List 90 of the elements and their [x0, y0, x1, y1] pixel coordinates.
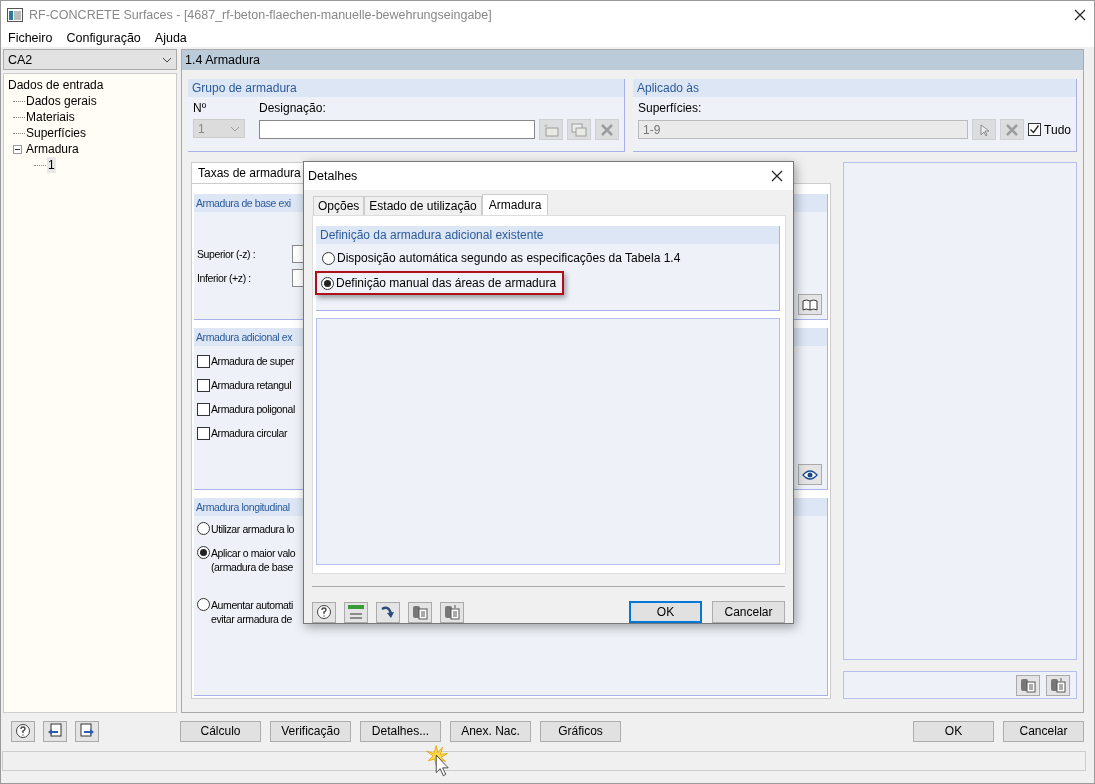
document-icon — [1050, 677, 1066, 694]
panel-header: 1.4 Armadura — [182, 50, 1083, 70]
surfaces-field[interactable]: 1-9 — [638, 120, 969, 139]
footer-button[interactable]: Gráficos — [540, 720, 621, 742]
library-button[interactable] — [798, 294, 822, 315]
checkbox[interactable] — [197, 426, 210, 440]
field-label: Nº — [193, 101, 208, 115]
app-icon — [7, 7, 23, 22]
field-label: Superfícies: — [638, 101, 703, 115]
tree-item[interactable]: 1 — [47, 157, 56, 173]
import-button[interactable] — [1046, 674, 1070, 696]
close-icon[interactable] — [771, 170, 783, 182]
radio-button[interactable] — [197, 522, 210, 535]
checkbox-label: Armadura de super — [211, 355, 295, 367]
help-icon — [15, 723, 31, 739]
pointer-icon — [977, 122, 992, 137]
group-title: Aplicado às — [633, 79, 1076, 97]
checkbox-label: Armadura circular — [211, 427, 288, 439]
previous-button[interactable] — [43, 720, 67, 742]
eye-icon — [802, 468, 818, 481]
radio-label: Disposição automática segundo as especificações da Tabela 1.4 — [337, 251, 681, 265]
case-dropdown[interactable]: CA2 — [3, 49, 177, 70]
checkbox[interactable] — [197, 354, 210, 368]
radio-label: Aplicar o maior valo — [211, 546, 296, 560]
new-folder-icon — [543, 122, 559, 137]
export-button[interactable] — [1016, 674, 1040, 696]
document-icon — [1020, 677, 1036, 694]
checkbox-label: Tudo — [1044, 122, 1071, 137]
chevron-icon — [230, 125, 240, 132]
menu-item[interactable]: Ficheiro — [8, 30, 53, 45]
radio-button[interactable] — [321, 276, 334, 290]
radio-label: (armadura de base — [211, 560, 294, 574]
close-icon[interactable] — [1074, 8, 1086, 21]
import-button[interactable] — [440, 601, 464, 623]
windows-icon — [571, 122, 587, 137]
footer-button[interactable]: Cálculo — [180, 720, 261, 742]
field-label: Inferior (+z) : — [197, 272, 252, 284]
radio-button[interactable] — [197, 598, 210, 611]
tab[interactable]: Armadura — [481, 194, 549, 215]
document-icon — [444, 604, 460, 620]
decimals-button[interactable] — [344, 601, 368, 623]
document-icon — [412, 604, 428, 620]
checkbox-label: Armadura poligonal — [211, 403, 295, 415]
curved-arrow-icon — [380, 604, 396, 620]
chevron-icon — [162, 56, 172, 63]
radio-label: Aumentar automati — [211, 598, 293, 612]
radio-button[interactable] — [322, 251, 335, 265]
designation-field[interactable] — [259, 120, 535, 139]
help-button[interactable] — [11, 720, 35, 742]
checkbox[interactable] — [197, 378, 210, 392]
cancel-button[interactable]: Cancelar — [1003, 720, 1084, 742]
radio-label: Utilizar armadura lo — [211, 522, 295, 536]
radio-label: evitar armadura de — [211, 612, 293, 626]
group-title: Definição da armadura adicional existente — [316, 226, 779, 244]
field-label: Designação: — [259, 101, 327, 115]
tree-item[interactable]: Armadura — [26, 141, 79, 157]
field-label: Superior (-z) : — [197, 248, 257, 260]
radio-button[interactable] — [197, 546, 210, 559]
tree-item[interactable]: Dados de entrada — [8, 77, 104, 93]
window-title: RF-CONCRETE Surfaces - [4687_rf-beton-flaechen-manuelle-bewehrungseingabe] — [29, 7, 493, 22]
ok-button[interactable]: OK — [629, 601, 702, 623]
collapse-icon[interactable] — [13, 144, 22, 154]
radio-label: Definição manual das áreas de armadura — [336, 276, 557, 290]
help-button[interactable] — [312, 601, 336, 623]
footer-button[interactable]: Anex. Nac. — [450, 720, 531, 742]
dialog-title: Detalhes — [308, 169, 358, 183]
ruler-icon — [347, 604, 365, 620]
checkbox[interactable] — [197, 402, 210, 416]
help-icon — [316, 604, 332, 620]
footer-button[interactable]: Detalhes... — [360, 720, 441, 742]
arrow-left-icon — [47, 723, 63, 739]
tree-item[interactable]: Dados gerais — [26, 93, 97, 109]
view-button[interactable] — [798, 464, 822, 485]
delete-icon — [600, 122, 614, 137]
checkbox-label: Armadura retangul — [211, 379, 292, 391]
delete-icon — [1005, 122, 1020, 137]
tree-item[interactable]: Superfícies — [26, 125, 87, 141]
next-button[interactable] — [75, 720, 99, 742]
group-title: Grupo de armadura — [188, 79, 624, 97]
book-icon — [802, 297, 818, 312]
arrow-right-icon — [79, 723, 95, 739]
tree-item[interactable]: Materiais — [26, 109, 75, 125]
menu-item[interactable]: Configuração — [66, 30, 141, 45]
export-button[interactable] — [408, 601, 432, 623]
ok-button[interactable]: OK — [913, 720, 994, 742]
redo-button[interactable] — [376, 601, 400, 623]
menu-item[interactable]: Ajuda — [154, 30, 187, 45]
cancel-button[interactable]: Cancelar — [712, 601, 785, 623]
checkbox[interactable] — [1028, 123, 1042, 136]
footer-button[interactable]: Verificação — [270, 720, 351, 742]
